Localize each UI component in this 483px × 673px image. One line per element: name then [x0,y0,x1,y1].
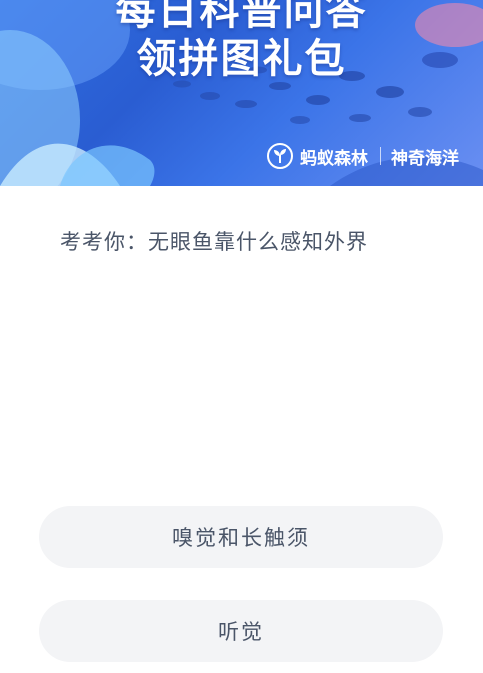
brand-divider [380,147,381,165]
partner-name: 神奇海洋 [391,148,459,169]
answer-option-2[interactable]: 听觉 [39,600,443,662]
answer-option-label: 嗅觉和长触须 [172,526,310,550]
sprout-circle-icon [267,143,293,169]
answer-option-1[interactable]: 嗅觉和长触须 [39,506,443,568]
brand-bar: 蚂蚁森林 神奇海洋 [266,139,459,173]
banner-title-line-2: 领拼图礼包 [136,36,347,82]
banner: 每日科普问答 领拼图礼包 蚂蚁森林 神奇海洋 [0,0,483,186]
answer-option-label: 听觉 [218,620,264,644]
quiz-question: 考考你：无眼鱼靠什么感知外界 [60,230,368,254]
brand-name: 蚂蚁森林 [300,148,368,169]
